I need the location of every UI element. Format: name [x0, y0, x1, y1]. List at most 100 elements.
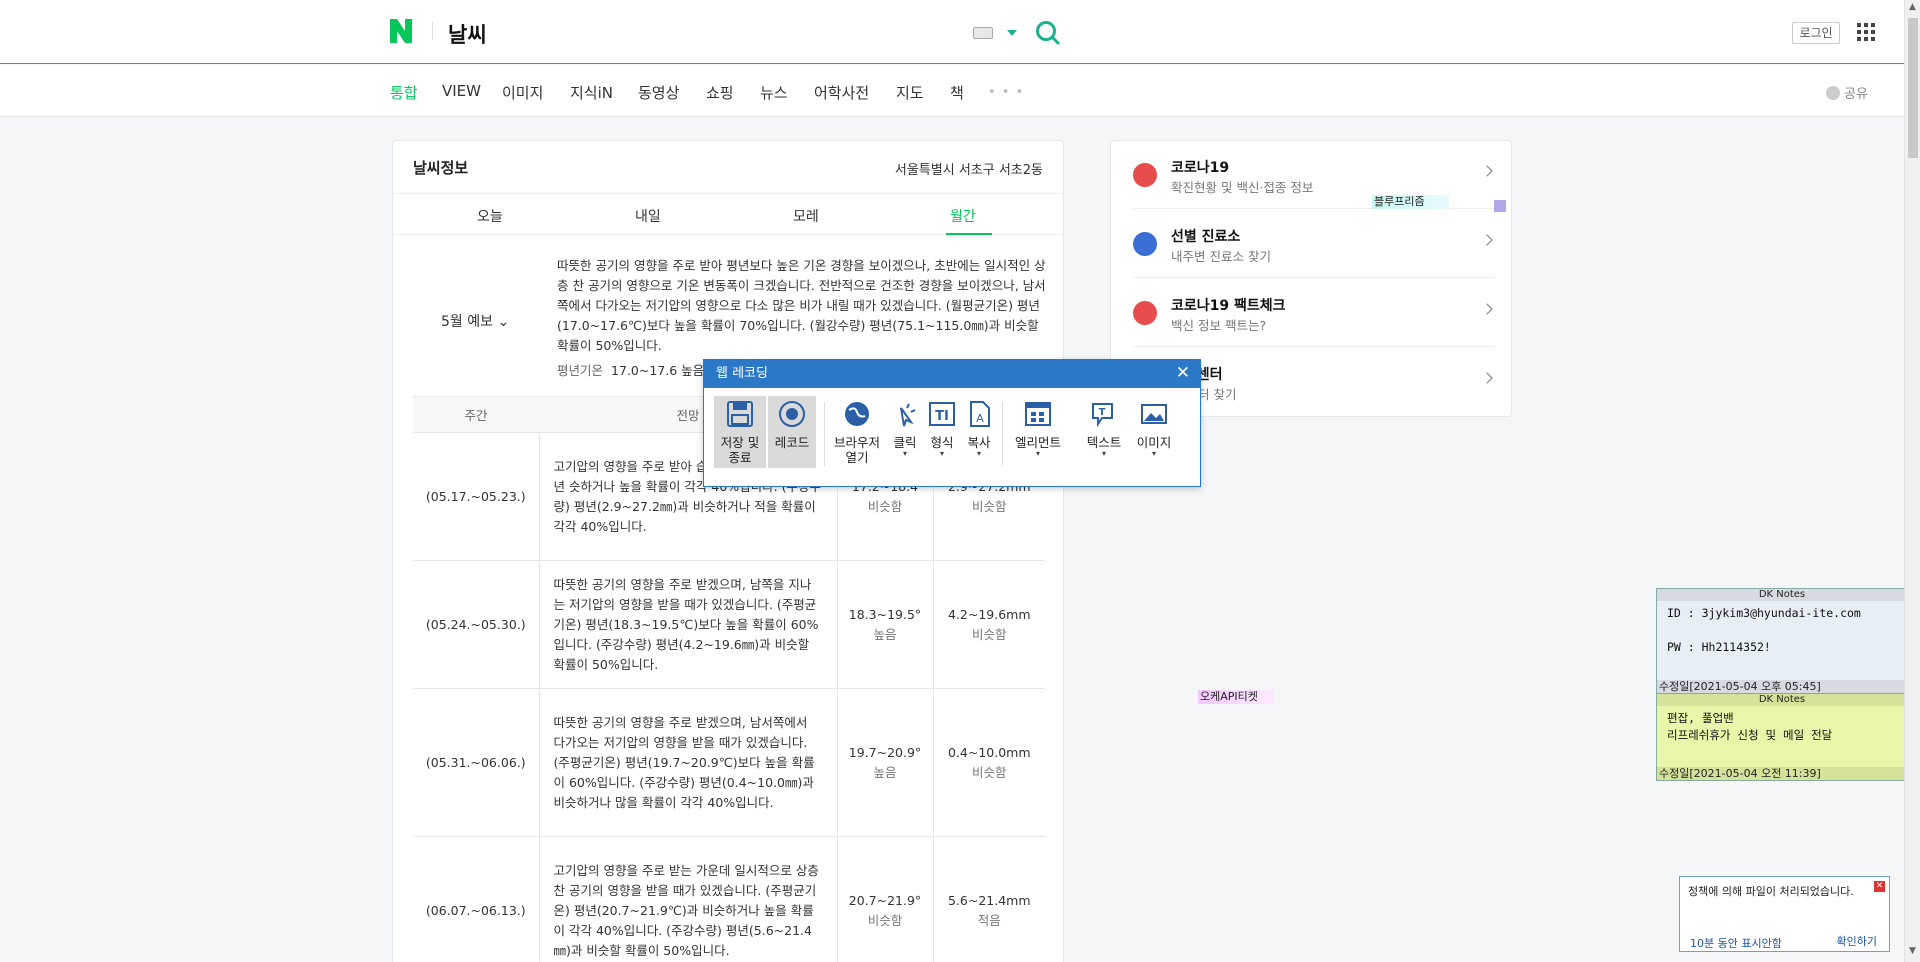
login-button[interactable]: 로그인	[1792, 22, 1840, 44]
dialog-title: 웹 레코딩	[704, 360, 1200, 388]
row-period: (05.31.~06.06.)	[413, 688, 540, 837]
weather-location[interactable]: 서울특별시 서초구 서초2동	[895, 159, 1043, 178]
location-pin-icon	[1133, 232, 1157, 256]
temp-trend: 비슷함	[867, 912, 903, 928]
tab-monthly[interactable]: 월간	[950, 206, 976, 226]
text-button[interactable]: T 텍스트 ▾	[1082, 400, 1126, 458]
type-button[interactable]: TI 형식 ▾	[924, 400, 960, 458]
close-icon[interactable]: ✕	[1874, 881, 1885, 892]
dropdown-caret-icon: ▾	[1101, 449, 1106, 458]
month-label: 5월 예보	[441, 314, 493, 330]
sticky-note[interactable]: DK Notes 편잡, 풀업밴 리프레쉬휴가 신청 및 메일 전달 수정일[2…	[1656, 693, 1908, 781]
tab-tomorrow[interactable]: 내일	[635, 206, 661, 226]
note-body[interactable]: 편잡, 풀업밴 리프레쉬휴가 신청 및 메일 전달	[1657, 706, 1907, 748]
tab-book[interactable]: 책	[950, 82, 964, 103]
temp-trend: 높음	[873, 764, 897, 780]
note-footer: 수정일[2021-05-04 오후 05:45]	[1657, 680, 1907, 693]
save-icon	[727, 401, 753, 427]
average-temp-label: 평년기온	[557, 363, 604, 378]
precip-range: 4.2~19.6mm	[947, 606, 1031, 622]
web-recording-dialog: 웹 레코딩 ✕ 저장 및 종료 레코드 브라우저 열기 클릭 ▾ TI 형식 ▾…	[703, 359, 1201, 487]
tab-view[interactable]: VIEW	[442, 82, 481, 100]
keyboard-icon[interactable]	[973, 27, 993, 39]
table-row: (05.31.~06.06.) 따뜻한 공기의 영향을 주로 받겠으며, 남서쪽…	[413, 688, 1045, 837]
note-title: DK Notes	[1657, 589, 1907, 601]
weather-card: 날씨정보 서울특별시 서초구 서초2동 오늘 내일 모레 월간 5월 예보 ⌄ …	[392, 140, 1064, 962]
api-ticket-tag[interactable]: 오케API티켓	[1198, 690, 1274, 704]
image-button[interactable]: 이미지 ▾	[1132, 400, 1176, 458]
blueprism-tag[interactable]: 블루프리즘	[1372, 195, 1449, 209]
temp-trend: 높음	[873, 626, 897, 642]
tab-all[interactable]: 통합	[390, 82, 418, 103]
tab-day-after[interactable]: 모레	[793, 206, 819, 226]
scroll-up-icon[interactable]: ▲	[1909, 2, 1916, 12]
tab-dictionary[interactable]: 어학사전	[814, 82, 869, 103]
tab-kin[interactable]: 지식iN	[570, 82, 613, 103]
covid-item-title: 코로나19	[1171, 160, 1230, 176]
virus-icon	[1133, 163, 1157, 187]
element-icon	[1025, 402, 1051, 426]
covid-item-clinic[interactable]: 선별 진료소 내주변 진료소 찾기	[1133, 210, 1495, 278]
click-button[interactable]: 클릭 ▾	[888, 400, 922, 458]
note-body[interactable]: ID : 3jykim3@hyundai-ite.com PW : Hh2114…	[1657, 601, 1907, 660]
tool-label: 엘리먼트	[1014, 435, 1061, 450]
copy-button[interactable]: A 복사 ▾	[962, 400, 996, 458]
monthly-description: 따뜻한 공기의 영향을 주로 받아 평년보다 높은 기온 경향을 보이겠으나, …	[557, 258, 1046, 353]
tab-news[interactable]: 뉴스	[760, 82, 788, 103]
page-title: 날씨	[448, 23, 487, 47]
scroll-down-icon[interactable]: ▼	[1909, 946, 1916, 956]
precip-range: 5.6~21.4mm	[947, 892, 1031, 908]
open-browser-button[interactable]: 브라우저 열기	[830, 400, 884, 465]
row-precip: 4.2~19.6mm 비슷함	[933, 560, 1045, 689]
tab-shopping[interactable]: 쇼핑	[706, 82, 734, 103]
hide-10min-link[interactable]: 10분 동안 표시안함	[1690, 935, 1782, 951]
dropdown-caret-icon: ▾	[1151, 449, 1156, 458]
chevron-down-icon[interactable]	[1007, 30, 1017, 36]
temp-range: 20.7~21.9°	[848, 892, 922, 908]
table-row: (05.24.~05.30.) 따뜻한 공기의 영향을 주로 받겠으며, 남쪽을…	[413, 560, 1045, 689]
precip-range: 0.4~10.0mm	[947, 744, 1031, 760]
element-button[interactable]: 엘리먼트 ▾	[1008, 400, 1068, 458]
chevron-right-icon	[1481, 372, 1493, 384]
row-forecast: 고기압의 영향을 주로 받는 가운데 일시적으로 상층 찬 공기의 영향을 받을…	[539, 836, 838, 962]
click-icon	[900, 403, 916, 427]
search-icon[interactable]	[1034, 19, 1062, 47]
svg-text:TI: TI	[935, 409, 949, 424]
month-selector[interactable]: 5월 예보 ⌄	[441, 311, 509, 331]
chevron-right-icon	[1481, 234, 1493, 246]
text-icon: T	[1092, 403, 1113, 428]
naver-logo[interactable]	[390, 19, 412, 43]
toolbar-divider	[1002, 402, 1003, 466]
weather-title: 날씨정보	[413, 159, 469, 177]
share-icon	[1826, 86, 1840, 100]
image-icon	[1141, 404, 1167, 424]
row-temp: 18.3~19.5° 높음	[837, 560, 934, 689]
covid-item-factcheck[interactable]: 코로나19 팩트체크 백신 정보 팩트는?	[1133, 279, 1495, 347]
share-button[interactable]: 공유	[1826, 83, 1868, 102]
page-scrollbar[interactable]: ▲ ▼	[1904, 0, 1920, 962]
sticky-note[interactable]: DK Notes ID : 3jykim3@hyundai-ite.com PW…	[1656, 588, 1908, 694]
tab-today[interactable]: 오늘	[477, 206, 503, 226]
tool-label: 저장 및 종료	[720, 435, 760, 465]
more-tabs-button[interactable]: • • •	[988, 85, 1024, 100]
apps-grid-icon[interactable]	[1857, 23, 1875, 41]
close-icon[interactable]: ✕	[1176, 364, 1190, 382]
extension-tag-icon[interactable]	[1494, 200, 1506, 212]
chevron-down-icon: ⌄	[497, 314, 510, 330]
record-button[interactable]: 레코드	[768, 396, 816, 468]
policy-popup: 정책에 의해 파일이 처리되었습니다. ✕ 10분 동안 표시안함 확인하기	[1679, 876, 1890, 952]
row-temp: 20.7~21.9° 비슷함	[837, 836, 934, 962]
search-tabs: 통합 VIEW 이미지 지식iN 동영상 쇼핑 뉴스 어학사전 지도 책 • •…	[0, 65, 1904, 117]
confirm-link[interactable]: 확인하기	[1837, 933, 1877, 949]
svg-text:T: T	[1099, 407, 1106, 418]
precip-trend: 비슷함	[971, 626, 1007, 642]
tool-label: 레코드	[774, 435, 810, 450]
tab-map[interactable]: 지도	[896, 82, 924, 103]
scroll-thumb[interactable]	[1908, 18, 1918, 158]
tool-label: 형식	[930, 435, 954, 450]
covid-item-sub: 백신 정보 팩트는?	[1171, 318, 1267, 333]
tab-video[interactable]: 동영상	[638, 82, 679, 103]
row-period: (05.24.~05.30.)	[413, 560, 540, 689]
save-and-exit-button[interactable]: 저장 및 종료	[714, 396, 766, 468]
tab-image[interactable]: 이미지	[502, 82, 543, 103]
